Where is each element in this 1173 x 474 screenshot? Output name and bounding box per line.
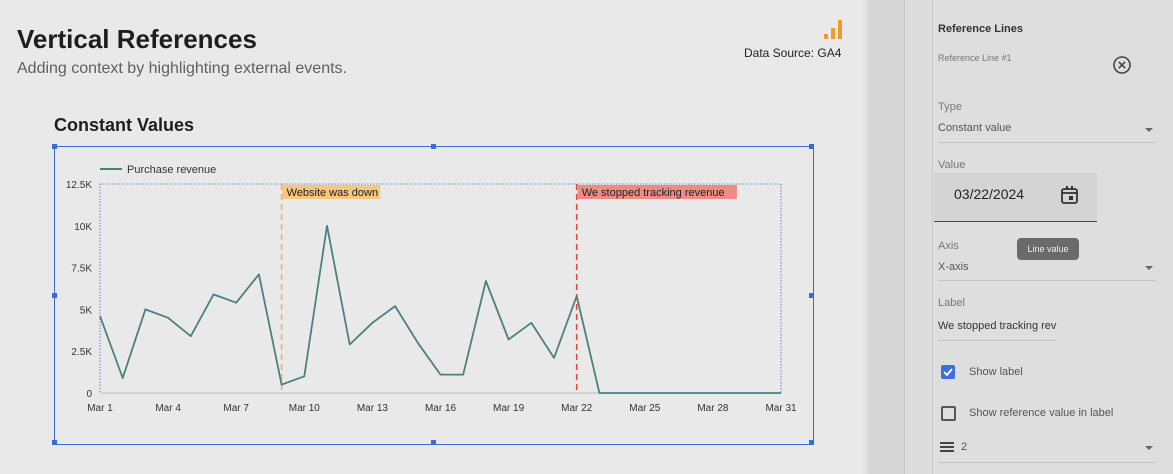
label-label: Label (938, 297, 965, 309)
value-date-text: 03/22/2024 (954, 186, 1025, 202)
chart-selection-box[interactable] (52, 144, 814, 445)
label-input[interactable]: We stopped tracking rev (938, 320, 1056, 332)
axis-select[interactable]: X-axis (938, 261, 969, 273)
type-select[interactable]: Constant value (938, 122, 1011, 134)
resize-handle-right[interactable] (809, 293, 814, 298)
type-dropdown-chevron-icon[interactable] (1145, 128, 1153, 132)
properties-panel (904, 0, 1173, 474)
value-label: Value (938, 159, 966, 171)
canvas-gridline (866, 0, 867, 474)
resize-handle-top-left[interactable] (52, 144, 57, 149)
resize-handle-top[interactable] (431, 144, 436, 149)
reference-line-name: Reference Line #1 (938, 53, 1012, 63)
line-weight-chevron-icon[interactable] (1145, 446, 1153, 450)
axis-underline (938, 280, 1156, 281)
properties-panel-inner (932, 0, 1173, 474)
show-label-text: Show label (969, 366, 1023, 378)
show-ref-value-checkbox[interactable] (941, 406, 956, 421)
show-ref-value-text: Show reference value in label (969, 407, 1114, 419)
line-weight-underline (938, 462, 1156, 463)
show-label-checkbox[interactable] (941, 365, 955, 379)
section-reference-lines: Reference Lines (938, 23, 1023, 35)
resize-handle-bottom[interactable] (431, 440, 436, 445)
line-weight-icon (940, 442, 954, 452)
type-label: Type (938, 101, 962, 113)
canvas-margin (868, 0, 904, 474)
label-underline (938, 340, 1056, 341)
checkmark-icon (943, 368, 953, 377)
line-weight-select[interactable]: 2 (961, 441, 967, 453)
calendar-icon[interactable] (1060, 185, 1080, 207)
resize-handle-bottom-right[interactable] (809, 440, 814, 445)
axis-label: Axis (938, 240, 959, 252)
value-date-input[interactable]: 03/22/2024 (934, 173, 1097, 222)
report-page: Vertical References Adding context by hi… (0, 0, 862, 474)
axis-dropdown-chevron-icon[interactable] (1145, 266, 1153, 270)
resize-handle-bottom-left[interactable] (52, 440, 57, 445)
remove-reference-line-icon[interactable] (1112, 55, 1132, 75)
resize-handle-left[interactable] (52, 293, 57, 298)
line-value-tooltip: Line value (1017, 238, 1079, 260)
type-underline (938, 142, 1156, 143)
resize-handle-top-right[interactable] (809, 144, 814, 149)
